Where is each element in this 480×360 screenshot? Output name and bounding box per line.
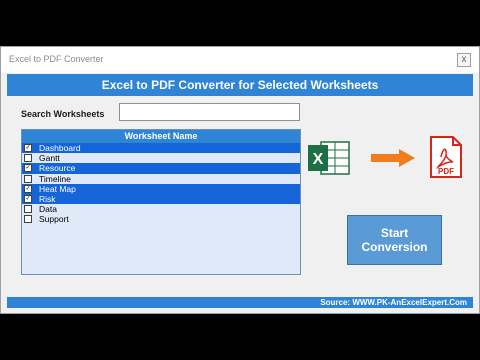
- start-conversion-button[interactable]: Start Conversion: [347, 215, 442, 265]
- list-item[interactable]: ✓ Resource: [22, 163, 300, 174]
- start-button-line1: Start: [380, 226, 409, 240]
- list-item-label: Dashboard: [39, 143, 81, 153]
- converter-window: Excel to PDF Converter x Excel to PDF Co…: [0, 46, 480, 314]
- header-banner: Excel to PDF Converter for Selected Work…: [7, 74, 473, 96]
- pdf-label: PDF: [438, 167, 454, 176]
- list-header: Worksheet Name: [22, 130, 300, 143]
- worksheet-list: Worksheet Name ✓ Dashboard Gantt ✓ Resource T…: [21, 129, 301, 275]
- list-item-label: Risk: [39, 193, 56, 204]
- start-button-line2: Conversion: [361, 240, 428, 254]
- checkbox[interactable]: ✓: [24, 184, 32, 193]
- list-item-label: Resource: [39, 163, 76, 174]
- checkbox[interactable]: [24, 205, 32, 214]
- checkbox[interactable]: [24, 215, 32, 224]
- list-item[interactable]: Data: [22, 204, 300, 214]
- list-item[interactable]: ✓ Heat Map: [22, 183, 300, 194]
- list-item[interactable]: Gantt: [22, 153, 300, 163]
- list-item-label: Gantt: [39, 153, 60, 164]
- list-item[interactable]: Timeline: [22, 174, 300, 184]
- list-item-label: Timeline: [39, 173, 71, 184]
- list-item-label: Heat Map: [39, 183, 76, 194]
- search-input[interactable]: [119, 103, 300, 121]
- list-item-label: Data: [39, 204, 57, 215]
- footer-source: Source: WWW.PK-AnExcelExpert.Com: [7, 297, 473, 308]
- excel-letter: X: [313, 151, 324, 168]
- checkbox[interactable]: [24, 174, 32, 183]
- pdf-icon: PDF: [430, 136, 462, 178]
- checkbox[interactable]: ✓: [24, 144, 32, 152]
- excel-icon: X: [308, 141, 350, 175]
- checkbox[interactable]: ✓: [24, 194, 32, 203]
- title-bar: Excel to PDF Converter x: [1, 47, 479, 73]
- list-item[interactable]: ✓ Dashboard: [22, 143, 300, 154]
- arrow-right-icon: [371, 149, 415, 167]
- close-button[interactable]: x: [457, 53, 471, 67]
- list-item[interactable]: ✓ Risk: [22, 193, 300, 205]
- search-label: Search Worksheets: [21, 109, 105, 119]
- checkbox[interactable]: [24, 154, 32, 163]
- list-item-label: Support: [39, 214, 69, 225]
- window-title: Excel to PDF Converter: [9, 54, 104, 64]
- checkbox[interactable]: ✓: [24, 164, 32, 173]
- list-item[interactable]: Support: [22, 214, 300, 224]
